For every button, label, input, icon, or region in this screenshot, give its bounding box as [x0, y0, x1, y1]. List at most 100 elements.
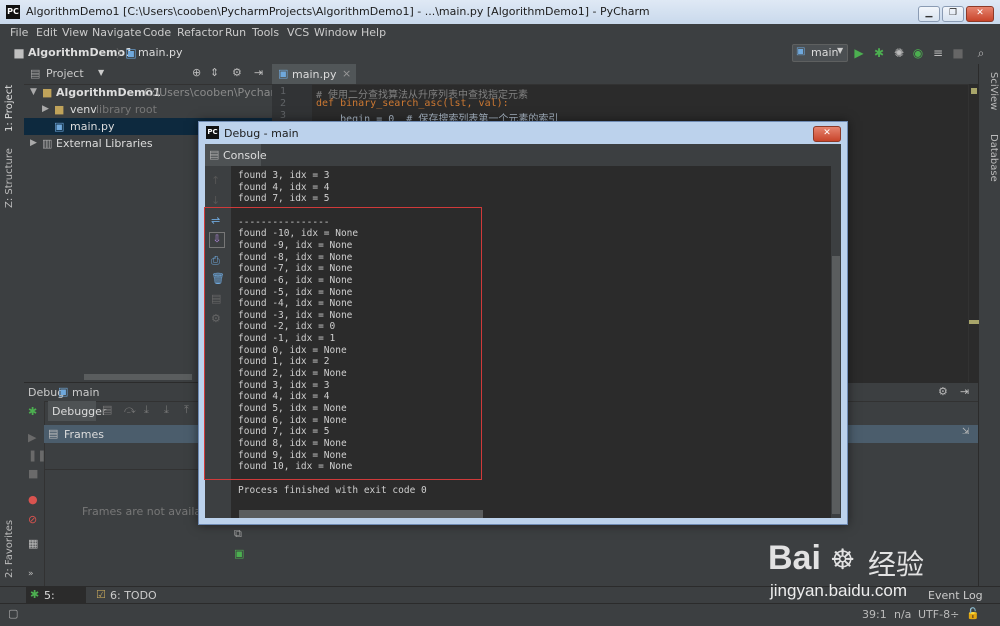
editor-tab-main-py[interactable]: ▣ main.py ×	[272, 64, 356, 84]
project-panel-title[interactable]: Project	[46, 67, 84, 80]
console-vertical-scrollbar[interactable]	[831, 166, 841, 518]
step-into-icon[interactable]: ⤓	[144, 403, 149, 417]
python-config-icon: ▣	[58, 385, 69, 398]
stop-icon[interactable]: ■	[28, 467, 38, 480]
lock-icon[interactable]: 🔓	[966, 607, 980, 620]
console-line: found 7, idx = 5	[238, 193, 330, 205]
maximize-button[interactable]: ❐	[942, 6, 964, 22]
tab-console[interactable]: ▤ Console	[205, 144, 267, 166]
menu-refactor[interactable]: Refactor	[177, 26, 223, 39]
todo-icon: ☑	[96, 588, 106, 601]
menu-file[interactable]: File	[10, 26, 28, 39]
dialog-title-bar[interactable]: PC Debug - main ✕	[199, 122, 847, 144]
console-line: found 3, idx = 3	[238, 170, 330, 181]
tab-sciview[interactable]: SciView	[983, 72, 999, 122]
file-encoding[interactable]: UTF-8÷	[918, 608, 959, 621]
menu-run[interactable]: Run	[225, 26, 246, 39]
rerun-icon[interactable]: ✱	[28, 405, 37, 418]
highlight-annotation-box	[204, 207, 482, 480]
python-file-icon: ▣	[125, 46, 137, 60]
caret-position[interactable]: 39:1	[862, 608, 887, 621]
tab-database[interactable]: Database	[983, 134, 999, 194]
run-icon[interactable]: ▶	[852, 46, 866, 60]
folder-icon: ■	[42, 86, 53, 99]
step-over-icon[interactable]: ⤼	[124, 403, 136, 417]
menu-help[interactable]: Help	[361, 26, 386, 39]
step-into-my-code-icon[interactable]: ⤓	[164, 403, 169, 417]
tab-debugger[interactable]: Debugger	[48, 401, 106, 421]
window-title: AlgorithmDemo1 [C:\Users\cooben\PycharmP…	[26, 5, 650, 18]
stop-icon[interactable]: ■	[951, 46, 965, 60]
library-icon: ▥	[42, 137, 53, 150]
collapse-icon[interactable]: ⇕	[210, 66, 219, 79]
tree-item-project[interactable]: ▼ ■ AlgorithmDemo1 C:\Users\cooben\Pycha…	[24, 84, 296, 101]
paw-icon: ☸	[830, 543, 856, 576]
close-dialog-button[interactable]: ✕	[813, 126, 841, 142]
locate-icon[interactable]: ⊕	[192, 66, 201, 79]
menu-code[interactable]: Code	[143, 26, 171, 39]
menu-navigate[interactable]: Navigate	[92, 26, 141, 39]
python-file-icon: ▣	[278, 67, 289, 80]
console-tab-icon[interactable]: ▤	[102, 403, 112, 416]
watermark-url: jingyan.baidu.com	[770, 581, 908, 600]
breadcrumb-file[interactable]: main.py	[138, 46, 182, 59]
editor-tab-label: main.py	[292, 68, 337, 81]
chevron-down-icon[interactable]: ▼	[98, 68, 104, 77]
more-icon[interactable]: »	[28, 569, 34, 579]
line-separator[interactable]: n/a	[894, 608, 911, 621]
close-window-button[interactable]: ✕	[966, 6, 994, 22]
navigation-bar: ■ AlgorithmDemo1 〉 ▣ main.py ▣ main ▼ ▶ …	[0, 42, 1000, 65]
step-out-icon[interactable]: ⤒	[184, 403, 189, 417]
debug-config-label[interactable]: main	[72, 386, 99, 399]
coverage-icon[interactable]: ✺	[892, 46, 906, 60]
tool-windows-icon[interactable]: ▢	[8, 607, 18, 620]
warning-marker[interactable]	[969, 320, 979, 324]
restore-layout-icon[interactable]: ▦	[28, 537, 38, 550]
tab-debug[interactable]: ✱ 5: Debug	[26, 587, 86, 615]
menu-view[interactable]: View	[62, 26, 88, 39]
tree-note: library root	[96, 103, 157, 116]
tab-todo[interactable]: 6: TODO	[110, 589, 157, 602]
horizontal-scrollbar[interactable]	[84, 374, 192, 380]
gear-icon[interactable]: ⚙	[232, 66, 242, 79]
menu-bar: File Edit View Navigate Code Refactor Ru…	[0, 24, 1000, 42]
up-arrow-icon[interactable]: ↑	[211, 174, 220, 187]
menu-tools[interactable]: Tools	[252, 26, 279, 39]
down-arrow-icon[interactable]: ↓	[211, 194, 220, 207]
run-config-label: main	[811, 46, 839, 59]
debug-icon[interactable]: ✱	[872, 46, 886, 60]
minimize-button[interactable]: ▁	[918, 6, 940, 22]
tab-favorites[interactable]: 2: Favorites	[4, 514, 20, 578]
build-icon[interactable]: ≡	[931, 46, 945, 60]
python-file-icon: ▣	[54, 120, 65, 133]
pin-icon[interactable]: ⇲	[962, 427, 970, 437]
search-icon[interactable]: ⌕	[974, 46, 988, 60]
close-icon[interactable]: ×	[342, 67, 351, 80]
menu-window[interactable]: Window	[314, 26, 357, 39]
mute-breakpoints-icon[interactable]: ⊘	[28, 513, 37, 526]
line-number: 2	[280, 98, 287, 109]
project-panel-header: ▤ Project ▼ ⊕ ⇕ ⚙ ⇥	[24, 64, 272, 85]
copy-icon[interactable]: ⧉	[234, 527, 242, 541]
line-number: 3	[280, 110, 287, 121]
expand-arrow-icon: ▼	[30, 87, 37, 97]
python-config-icon: ▣	[796, 46, 806, 57]
tree-item-venv[interactable]: ▶ ■ venv library root	[24, 101, 272, 118]
profile-icon[interactable]: ◉	[911, 46, 925, 60]
resume-icon[interactable]: ▶	[28, 431, 36, 444]
python-console-icon[interactable]: ▣	[234, 547, 244, 560]
hide-panel-icon[interactable]: ⇥	[254, 66, 263, 79]
tab-structure[interactable]: Z: Structure	[4, 140, 20, 208]
hide-panel-icon[interactable]: ⇥	[960, 385, 969, 398]
run-config-select[interactable]: ▣ main ▼	[792, 44, 848, 62]
tab-project[interactable]: 1: Project	[4, 72, 20, 132]
gear-icon[interactable]: ⚙	[938, 385, 948, 398]
scrollbar-thumb[interactable]	[832, 256, 840, 514]
view-breakpoints-icon[interactable]: ●	[28, 493, 38, 506]
tab-console-label: Console	[223, 149, 267, 162]
code-line[interactable]: def binary_search_asc(lst, val):	[316, 98, 509, 109]
menu-vcs[interactable]: VCS	[287, 26, 309, 39]
editor-scrollbar[interactable]	[968, 84, 979, 382]
horizontal-scrollbar[interactable]	[239, 510, 483, 518]
menu-edit[interactable]: Edit	[36, 26, 57, 39]
